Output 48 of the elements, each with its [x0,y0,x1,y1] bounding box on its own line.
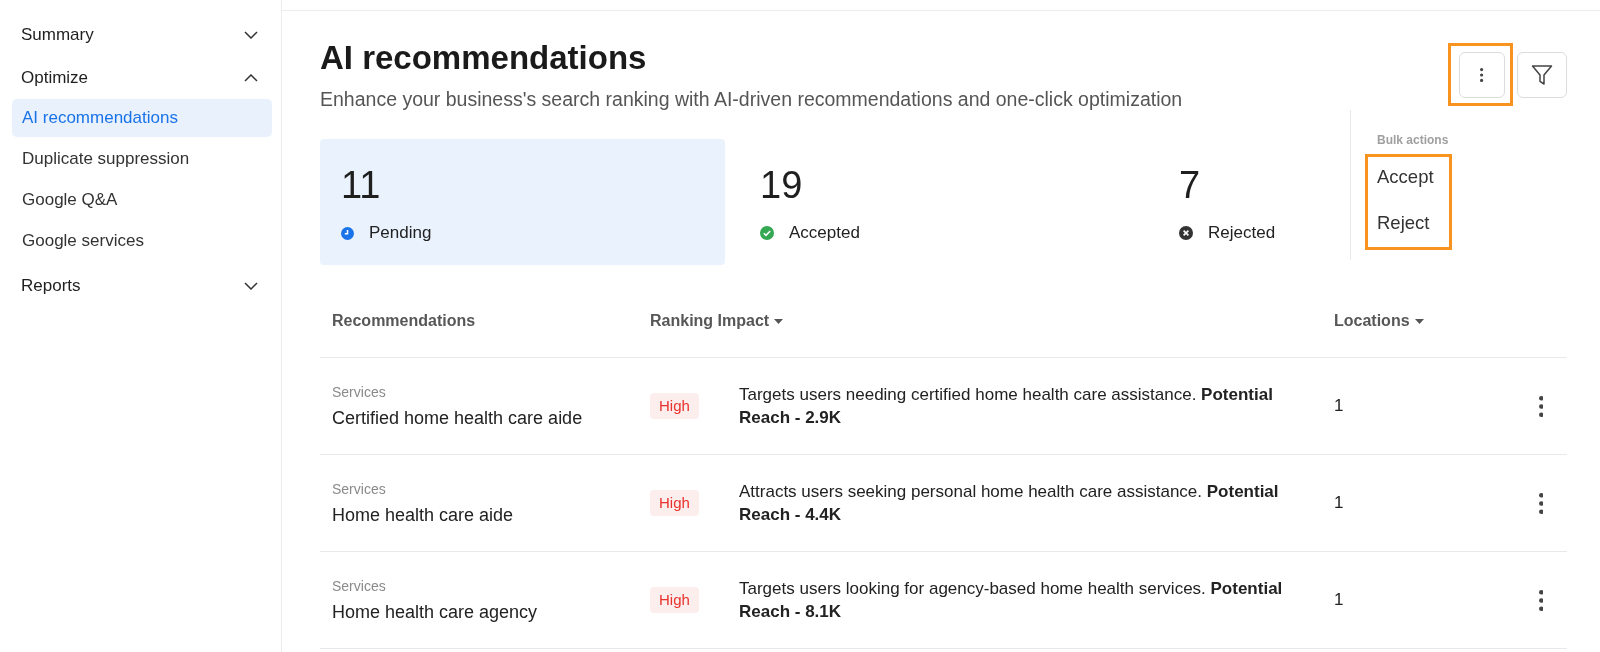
column-header: Recommendations [332,312,476,330]
stat-label: Accepted [789,222,860,244]
x-circle-icon [1179,226,1193,240]
filter-button[interactable] [1517,52,1567,98]
column-header[interactable]: Ranking Impact [650,312,784,330]
category-label: Services [332,479,386,498]
more-vertical-icon [1538,395,1544,417]
stat-label: Pending [369,222,432,244]
stat-count: 7 [1179,163,1201,208]
stat-count: 19 [760,163,803,208]
description-text: Targets users needing certified home health care assistance. Potential Reach - 2.9K [739,384,1274,429]
more-vertical-icon [1538,589,1544,611]
category-label: Services [332,576,386,595]
filter-icon [1531,64,1553,86]
page-title: AI recommendations [320,38,648,78]
stat-card[interactable]: 7 Rejected [1158,139,1333,265]
menu-item[interactable]: Reject [1377,200,1430,246]
locations-count: 1 [1334,590,1344,610]
sidebar-section-header[interactable]: Summary [0,14,281,56]
recommendation-name: Certified home health care aide [332,406,583,430]
locations-count: 1 [1334,493,1344,513]
more-vertical-icon [1538,492,1544,514]
sidebar-section-header[interactable]: Reports [0,265,281,307]
recommendation-name: Home health care aide [332,503,514,527]
stat-count: 11 [341,163,381,208]
stat-card[interactable]: 19 Accepted [739,139,1144,265]
locations-count: 1 [1334,396,1344,416]
sidebar-item[interactable]: Google services [12,222,272,260]
description-text: Attracts users seeking personal home health care assistance. Potential Reach - 4.4K [739,481,1280,526]
recommendation-name: Home health care agency [332,600,538,624]
impact-badge: High [650,587,699,613]
impact-badge: High [650,393,699,419]
stat-label: Rejected [1208,222,1276,244]
column-header[interactable]: Locations [1334,312,1424,330]
check-circle-icon [760,226,774,240]
more-vertical-icon [1480,68,1484,82]
category-label: Services [332,382,386,401]
sidebar-item[interactable]: Duplicate suppression [12,140,272,178]
menu-item[interactable]: Accept [1377,154,1434,200]
sidebar-section-header[interactable]: Optimize [0,57,281,99]
description-text: Targets users looking for agency-based home health services. Potential Reach - 8.1K [739,578,1284,623]
stat-card[interactable]: 11 Pending [320,139,725,265]
sidebar-item[interactable]: Google Q&A [12,181,272,219]
clock-icon [341,226,354,240]
page-subtitle: Enhance your business's search ranking with AI-driven recommendations and one-click optimization [320,87,1183,111]
menu-title: Bulk actions [1377,132,1449,148]
impact-badge: High [650,490,699,516]
sidebar-item[interactable]: AI recommendations [12,99,272,137]
